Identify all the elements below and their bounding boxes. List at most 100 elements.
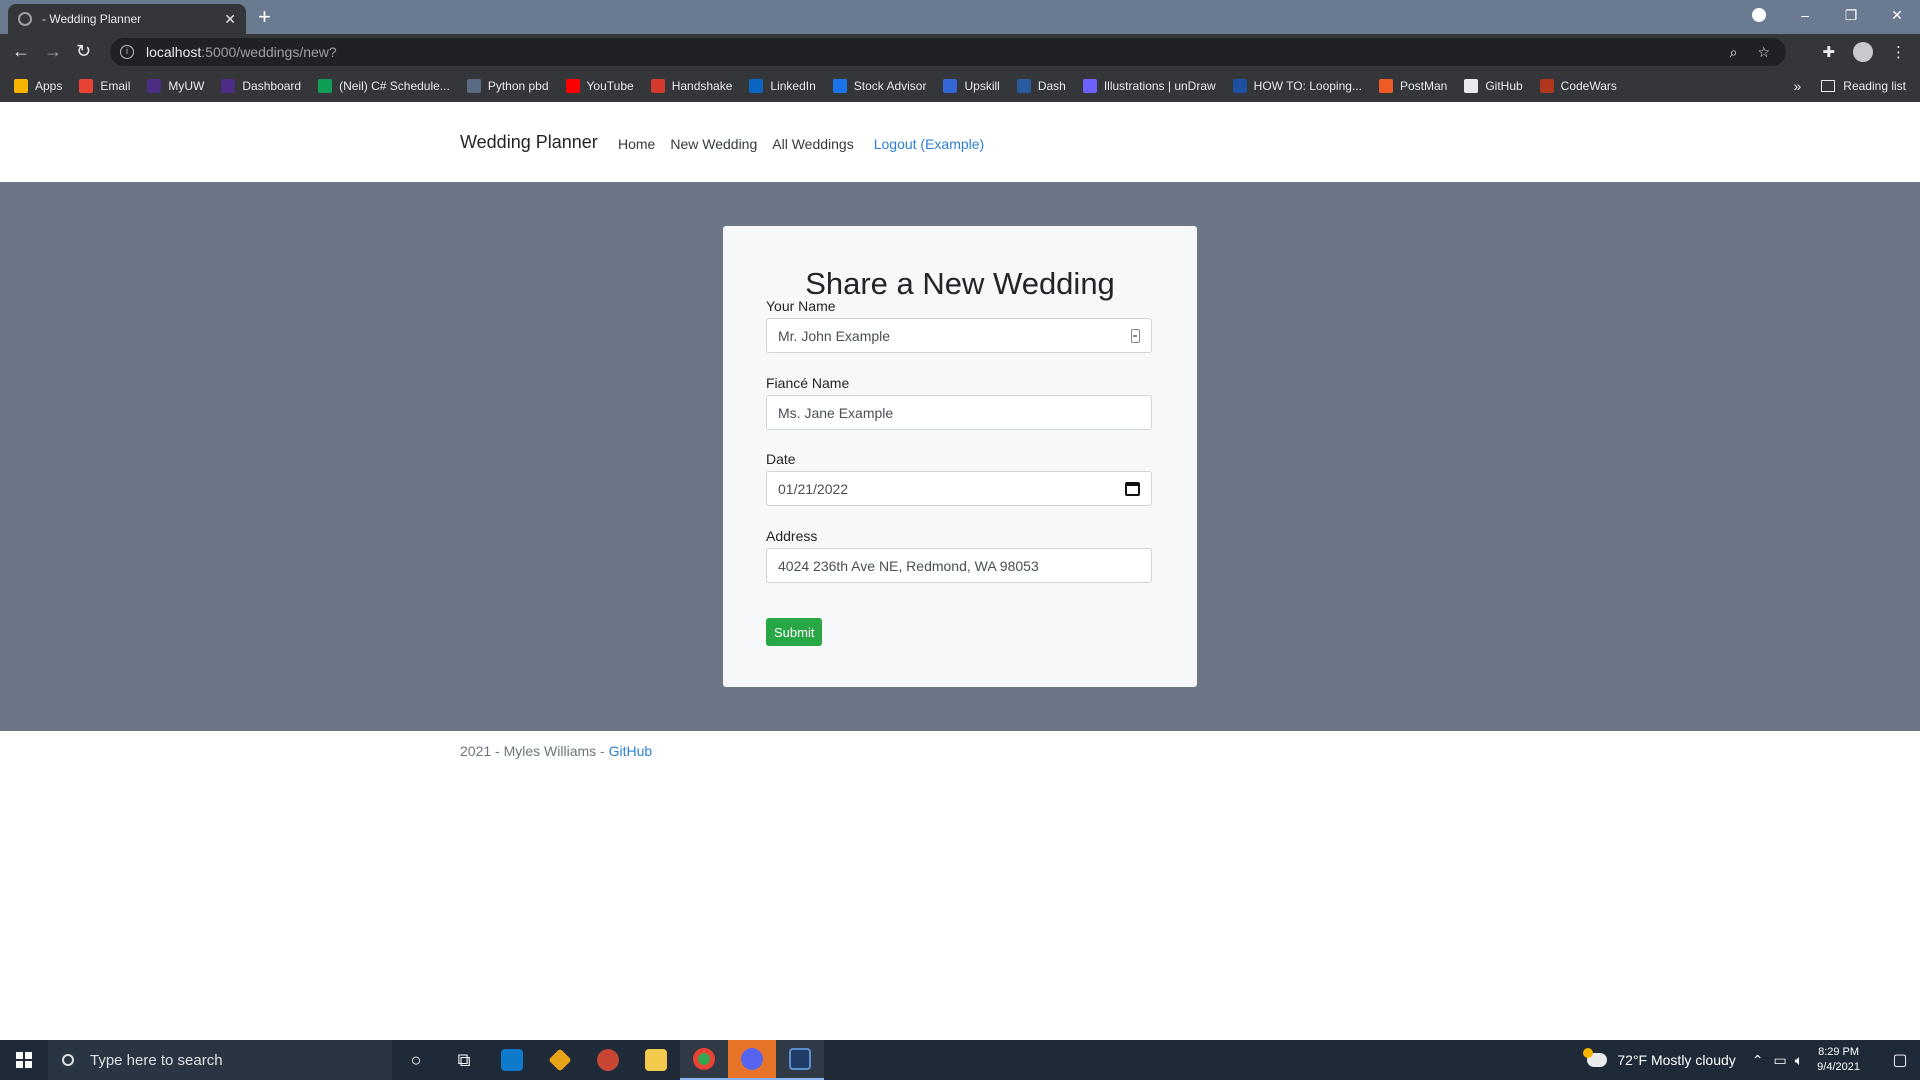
nav-link-new-wedding[interactable]: New Wedding: [670, 136, 757, 152]
taskbar-search[interactable]: Type here to search: [48, 1040, 392, 1080]
fiance-name-input[interactable]: Ms. Jane Example: [766, 395, 1152, 430]
url-host: localhost: [146, 44, 202, 60]
bookmark-item[interactable]: PostMan: [1378, 79, 1447, 93]
date-input[interactable]: 01/21/2022: [766, 471, 1152, 506]
mysql-workbench-icon[interactable]: [584, 1040, 632, 1080]
taskbar-clock[interactable]: 8:29 PM 9/4/2021: [1817, 1045, 1860, 1075]
calendar-icon[interactable]: [1125, 481, 1140, 496]
address-input[interactable]: 4024 236th Ave NE, Redmond, WA 98053: [766, 548, 1152, 583]
forward-arrow-icon[interactable]: →: [44, 40, 62, 62]
chrome-menu-icon[interactable]: ⋮: [1891, 43, 1906, 61]
windows-taskbar: Type here to search ○ ⧉ 72°F Mostly clou…: [0, 1040, 1920, 1080]
bookmark-item[interactable]: (Neil) C# Schedule...: [318, 79, 450, 93]
browser-tab-strip: - Wedding Planner ✕ + – ❐ ✕: [0, 0, 1920, 34]
address-label: Address: [766, 528, 818, 544]
restore-button[interactable]: ❐: [1828, 7, 1874, 24]
upskill-icon: [943, 79, 958, 93]
notifications-icon[interactable]: ▢: [1880, 1050, 1920, 1070]
zoom-icon[interactable]: ⌕: [1730, 44, 1738, 61]
reading-list-button[interactable]: Reading list: [1843, 79, 1906, 93]
bookmark-label: YouTube: [586, 79, 634, 93]
nav-link-all-weddings[interactable]: All Weddings: [772, 136, 853, 152]
uw-icon: [221, 79, 236, 93]
undraw-icon: [1082, 79, 1097, 93]
bookmark-item[interactable]: Dashboard: [221, 79, 301, 93]
bookmark-label: (Neil) C# Schedule...: [339, 79, 450, 93]
minimize-button[interactable]: –: [1782, 7, 1828, 23]
back-arrow-icon[interactable]: ←: [12, 40, 30, 62]
nav-link-logout[interactable]: Logout (Example): [874, 136, 985, 152]
tray-chevron-up-icon[interactable]: ⌃: [1752, 1052, 1764, 1069]
close-window-button[interactable]: ✕: [1874, 7, 1920, 24]
date-value: 01/21/2022: [778, 480, 849, 497]
nav-link-home[interactable]: Home: [618, 136, 655, 152]
bookmark-item[interactable]: Upskill: [943, 79, 1000, 93]
navbar-links: Home New Wedding All Weddings Logout (Ex…: [618, 136, 984, 152]
youtube-icon: [565, 79, 580, 93]
handshake-icon: [650, 79, 665, 93]
task-view-icon[interactable]: ⧉: [440, 1040, 488, 1080]
clock-date: 9/4/2021: [1817, 1061, 1860, 1073]
globe-icon: [18, 12, 32, 26]
bookmark-item[interactable]: Email: [79, 79, 130, 93]
new-wedding-form-card: Share a New Wedding Your Name Mr. John E…: [723, 226, 1197, 687]
bookmark-item[interactable]: Handshake: [650, 79, 732, 93]
doc-icon: [1232, 79, 1247, 93]
file-explorer-icon[interactable]: [632, 1040, 680, 1080]
bookmark-item[interactable]: LinkedIn: [749, 79, 816, 93]
form-title: Share a New Wedding: [805, 266, 1115, 301]
cloudy-weather-icon[interactable]: [1583, 1048, 1608, 1067]
bookmark-star-icon[interactable]: ☆: [1757, 44, 1770, 61]
autofill-contact-icon[interactable]: [1131, 328, 1140, 343]
bookmark-label: Upskill: [964, 79, 1000, 93]
bookmark-item[interactable]: HOW TO: Looping...: [1232, 79, 1362, 93]
bookmark-item[interactable]: Apps: [14, 79, 62, 93]
bookmark-item[interactable]: Stock Advisor: [832, 79, 927, 93]
extensions-puzzle-icon[interactable]: ✚: [1822, 43, 1835, 61]
network-icon[interactable]: ▭: [1774, 1052, 1787, 1069]
discord-icon[interactable]: [728, 1040, 776, 1080]
vscode-icon[interactable]: [488, 1040, 536, 1080]
address-bar[interactable]: i localhost:5000/weddings/new?: [110, 38, 1786, 66]
tab-close-icon[interactable]: ✕: [224, 11, 236, 28]
tab-search-icon[interactable]: [1752, 8, 1766, 22]
ssms-icon[interactable]: [776, 1040, 824, 1080]
bookmark-label: Dash: [1037, 79, 1066, 93]
footer-text: 2021 - Myles Williams -: [460, 743, 609, 759]
browser-toolbar: ← → ↻ i localhost:5000/weddings/new? ⌕ ☆…: [0, 34, 1920, 70]
chrome-icon[interactable]: [680, 1040, 728, 1080]
volume-icon[interactable]: 🔈︎: [1795, 1052, 1803, 1069]
postman-icon: [1378, 79, 1393, 93]
cortana-icon[interactable]: ○: [392, 1040, 440, 1080]
more-bookmarks-chevron-icon[interactable]: »: [1794, 78, 1802, 94]
github-icon: [1464, 79, 1479, 93]
start-button[interactable]: [0, 1040, 48, 1080]
bookmark-label: MyUW: [168, 79, 205, 93]
footer-github-link[interactable]: GitHub: [609, 743, 653, 759]
bookmark-item[interactable]: CodeWars: [1539, 79, 1617, 93]
profile-avatar-icon[interactable]: [1853, 42, 1873, 62]
bookmark-item[interactable]: Illustrations | unDraw: [1082, 79, 1216, 93]
site-info-icon[interactable]: i: [120, 45, 134, 59]
submit-button[interactable]: Submit: [766, 618, 823, 646]
bookmark-item[interactable]: MyUW: [147, 79, 204, 93]
fiance-name-value: Ms. Jane Example: [778, 404, 894, 421]
bookmarks-bar: Apps Email MyUW Dashboard (Neil) C# Schedule…: [0, 70, 1920, 102]
navbar-brand[interactable]: Wedding Planner: [460, 132, 598, 153]
reload-icon[interactable]: ↻: [76, 40, 91, 62]
bookmark-item[interactable]: Dash: [1016, 79, 1066, 93]
bookmark-item[interactable]: Python pbd: [466, 79, 549, 93]
weather-text[interactable]: 72°F Mostly cloudy: [1617, 1052, 1735, 1068]
bookmark-label: Stock Advisor: [853, 79, 927, 93]
bookmark-label: Apps: [35, 79, 63, 93]
tab-title: - Wedding Planner: [42, 12, 142, 26]
git-icon[interactable]: [536, 1040, 584, 1080]
browser-tab-active[interactable]: - Wedding Planner ✕: [8, 4, 246, 34]
search-icon: [62, 1054, 74, 1066]
your-name-input[interactable]: Mr. John Example: [766, 318, 1152, 353]
site-footer: 2021 - Myles Williams - GitHub: [460, 743, 652, 759]
clock-time: 8:29 PM: [1818, 1046, 1860, 1058]
new-tab-button[interactable]: +: [258, 5, 271, 29]
bookmark-item[interactable]: GitHub: [1464, 79, 1523, 93]
bookmark-item[interactable]: YouTube: [565, 79, 634, 93]
